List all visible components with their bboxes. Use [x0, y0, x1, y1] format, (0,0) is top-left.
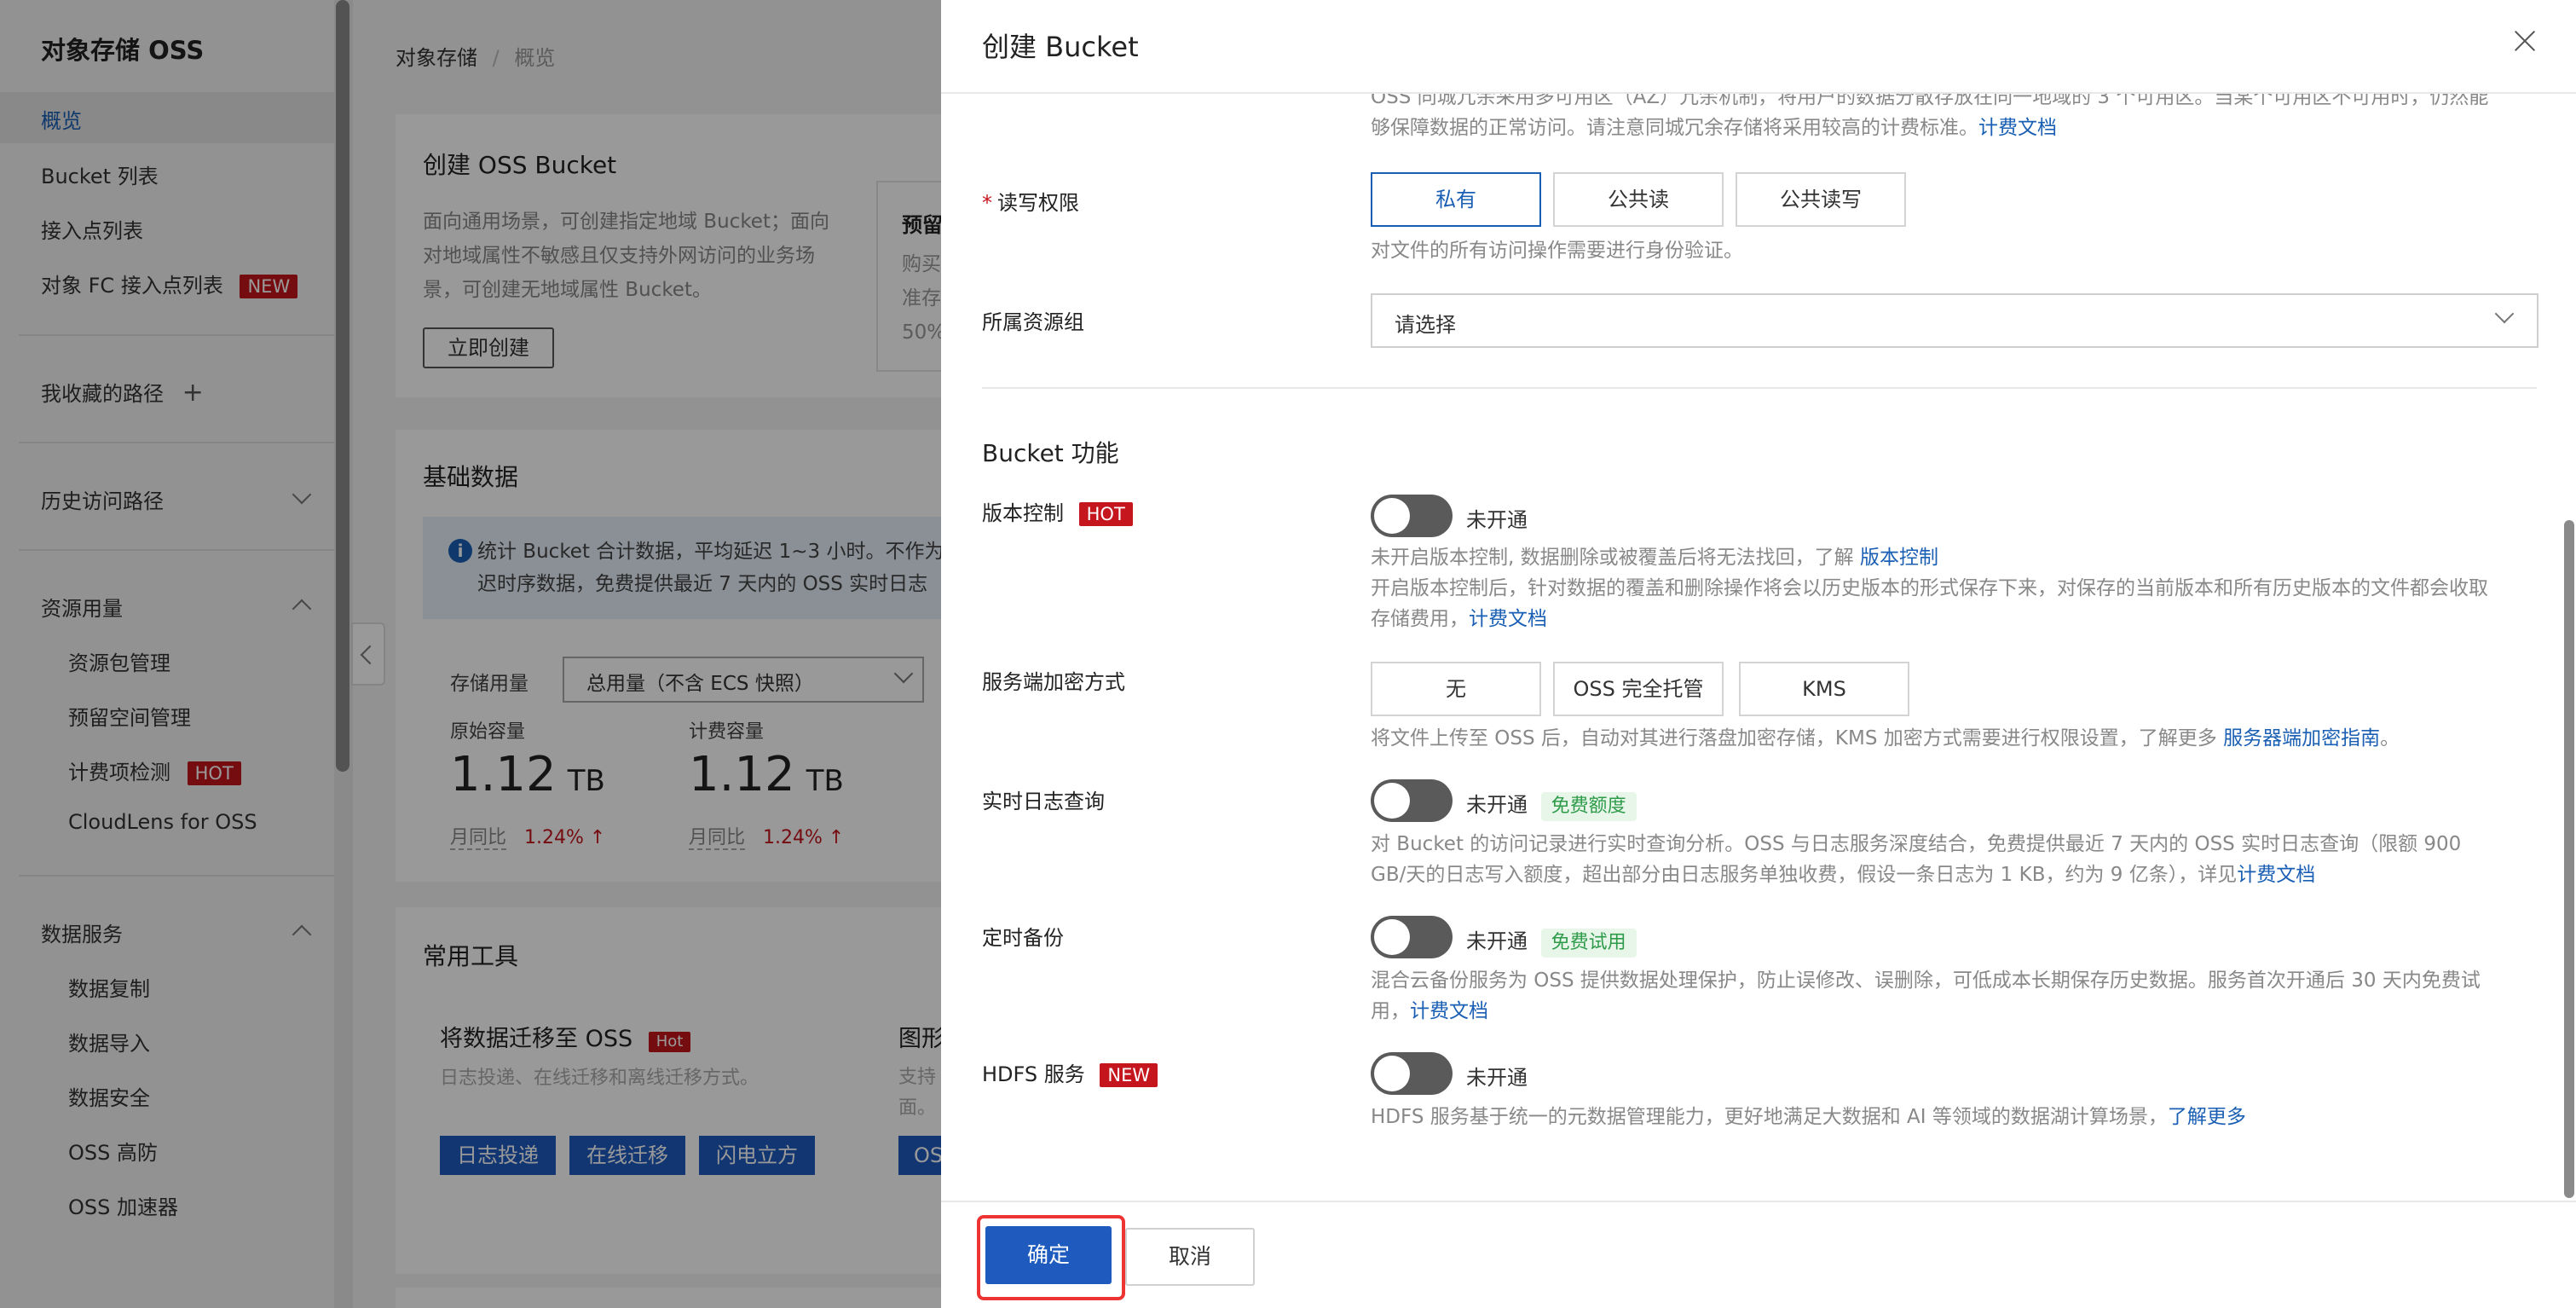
drawer-scrollbar[interactable]: [2564, 520, 2574, 1198]
section-divider: [982, 387, 2537, 389]
hdfs-status: 未开通: [1466, 1066, 1528, 1090]
drawer-title: 创建 Bucket: [982, 31, 1139, 63]
realtime-log-status-text: 未开通: [1466, 793, 1528, 817]
hdfs-toggle[interactable]: [1371, 1052, 1453, 1095]
backup-desc-text: 用，: [1371, 1000, 1410, 1022]
hdfs-desc-text: HDFS 服务基于统一的元数据管理能力，更好地满足大数据和 AI 等领域的数据湖…: [1371, 1106, 2168, 1128]
billing-doc-link[interactable]: 计费文档: [2237, 864, 2315, 886]
backup-toggle[interactable]: [1371, 916, 1453, 958]
modal-overlay[interactable]: [0, 0, 941, 1308]
hot-badge: HOT: [1078, 502, 1133, 526]
versioning-status: 未开通: [1466, 508, 1528, 532]
drawer-header: [941, 0, 2576, 92]
backup-status: 未开通 免费试用: [1466, 924, 1637, 958]
hdfs-description: HDFS 服务基于统一的元数据管理能力，更好地满足大数据和 AI 等领域的数据湖…: [1371, 1102, 2246, 1132]
versioning-doc-link[interactable]: 版本控制: [1860, 547, 1938, 569]
realtime-log-status: 未开通 免费额度: [1466, 788, 1637, 821]
realtime-log-desc-text: 对 Bucket 的访问记录进行实时查询分析。OSS 与日志服务深度结合，免费提…: [1371, 833, 2462, 855]
acl-option-public-read[interactable]: 公共读: [1553, 172, 1724, 227]
encryption-option-oss-managed[interactable]: OSS 完全托管: [1553, 662, 1724, 716]
drawer-header-divider: [941, 92, 2576, 94]
resource-group-label: 所属资源组: [982, 310, 1084, 334]
backup-description: 混合云备份服务为 OSS 提供数据处理保护，防止误修改、误删除，可低成本长期保存…: [1371, 965, 2547, 1027]
versioning-desc-text: 开启版本控制后，针对数据的覆盖和删除操作将会以历史版本的形式保存下来，对保存的当…: [1371, 577, 2488, 599]
encryption-desc-tail: 。: [2380, 727, 2400, 749]
acl-option-private[interactable]: 私有: [1371, 172, 1541, 227]
toggle-knob: [1374, 783, 1410, 819]
encryption-guide-link[interactable]: 服务器端加密指南: [2223, 727, 2380, 749]
versioning-desc-text: 存储费用，: [1371, 608, 1469, 630]
encryption-label: 服务端加密方式: [982, 670, 1125, 694]
encryption-description: 将文件上传至 OSS 后，自动对其进行落盘加密存储，KMS 加密方式需要进行权限…: [1371, 723, 2400, 754]
resource-group-placeholder: 请选择: [1395, 313, 1456, 337]
versioning-label: 版本控制 HOT: [982, 496, 1133, 526]
close-icon[interactable]: [2510, 26, 2540, 56]
chevron-down-icon: [2494, 304, 2515, 324]
redundancy-description: OSS 同城冗余采用多可用区（AZ）冗余机制，将用户的数据分散存放在同一地域的 …: [1371, 85, 2538, 145]
hdfs-label-text: HDFS 服务: [982, 1062, 1085, 1086]
backup-label: 定时备份: [982, 926, 1064, 950]
acl-option-public-read-write[interactable]: 公共读写: [1736, 172, 1906, 227]
encryption-desc-text: 将文件上传至 OSS 后，自动对其进行落盘加密存储，KMS 加密方式需要进行权限…: [1371, 727, 2224, 749]
acl-label-text: 读写权限: [997, 191, 1079, 215]
realtime-log-description: 对 Bucket 的访问记录进行实时查询分析。OSS 与日志服务深度结合，免费提…: [1371, 829, 2547, 890]
versioning-label-text: 版本控制: [982, 501, 1064, 525]
redundancy-description-line: 够保障数据的正常访问。请注意同城冗余存储将采用较高的计费标准。: [1371, 117, 1978, 139]
free-trial-tag: 免费试用: [1540, 929, 1637, 958]
ok-button[interactable]: 确定: [985, 1226, 1112, 1284]
required-mark: *: [982, 191, 992, 215]
learn-more-link[interactable]: 了解更多: [2168, 1106, 2246, 1128]
acl-label: * 读写权限: [982, 186, 1079, 216]
encryption-option-kms[interactable]: KMS: [1739, 662, 1909, 716]
free-quota-tag: 免费额度: [1540, 792, 1637, 821]
billing-doc-link[interactable]: 计费文档: [1469, 608, 1547, 630]
toggle-knob: [1374, 919, 1410, 955]
toggle-knob: [1374, 498, 1410, 534]
versioning-toggle[interactable]: [1371, 495, 1453, 537]
encryption-option-none[interactable]: 无: [1371, 662, 1541, 716]
new-badge: NEW: [1100, 1063, 1158, 1087]
realtime-log-label: 实时日志查询: [982, 790, 1105, 813]
drawer-footer-divider: [941, 1201, 2576, 1202]
realtime-log-toggle[interactable]: [1371, 779, 1453, 822]
toggle-knob: [1374, 1056, 1410, 1091]
cancel-button[interactable]: 取消: [1125, 1228, 1255, 1286]
backup-desc-text: 混合云备份服务为 OSS 提供数据处理保护，防止误修改、误删除，可低成本长期保存…: [1371, 969, 2481, 992]
realtime-log-desc-text: GB/天的日志写入额度，超出部分由日志服务单独收费，假设一条日志为 1 KB，约…: [1371, 864, 2238, 886]
hdfs-label: HDFS 服务 NEW: [982, 1057, 1158, 1087]
features-title: Bucket 功能: [982, 439, 1119, 467]
billing-doc-link[interactable]: 计费文档: [1410, 1000, 1488, 1022]
versioning-description: 未开启版本控制, 数据删除或被覆盖后将无法找回，了解 版本控制 开启版本控制后，…: [1371, 542, 2547, 634]
backup-status-text: 未开通: [1466, 929, 1528, 953]
billing-doc-link[interactable]: 计费文档: [1978, 117, 2057, 139]
versioning-desc-text: 未开启版本控制, 数据删除或被覆盖后将无法找回，了解: [1371, 547, 1860, 569]
acl-description: 对文件的所有访问操作需要进行身份验证。: [1371, 240, 1743, 262]
resource-group-select[interactable]: 请选择: [1371, 293, 2538, 348]
